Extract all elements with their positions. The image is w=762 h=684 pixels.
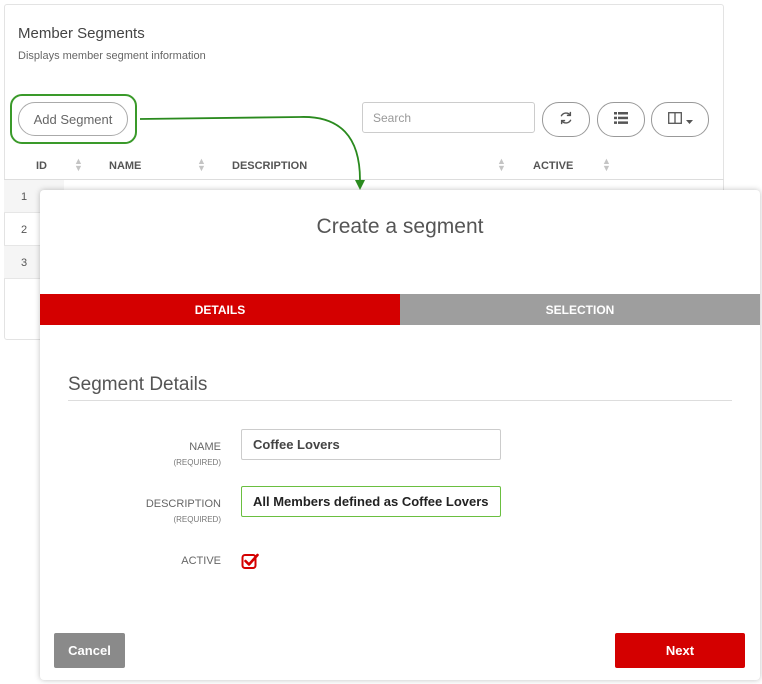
description-label: DESCRIPTION (REQUIRED) [51,497,221,527]
row-id: 1 [21,191,28,203]
name-field[interactable] [241,429,501,460]
sort-icon[interactable]: ▲ ▼ [74,157,83,173]
caret-down-icon [685,112,693,127]
name-label: NAME (REQUIRED) [51,440,221,470]
table-header: ID ▲ ▼ NAME ▲ ▼ DESCRIPTION ▲ ▼ ACTIVE ▲ ▼ [4,152,724,180]
page-subtitle: Displays member segment information [18,50,206,62]
sort-icon[interactable]: ▲ ▼ [197,157,206,173]
columns-dropdown-button[interactable] [651,102,709,137]
columns-icon [667,112,682,127]
description-label-text: DESCRIPTION [145,498,221,510]
name-label-text: NAME [189,441,221,453]
sort-icon[interactable]: ▲ ▼ [497,157,506,173]
wizard-steps: DETAILS SELECTION [40,294,760,325]
create-segment-modal: Create a segment DETAILS SELECTION Segme… [40,190,760,680]
active-checkbox[interactable] [241,552,259,570]
column-header-description[interactable]: DESCRIPTION [232,160,307,172]
required-hint: (REQUIRED) [173,458,221,467]
next-button[interactable]: Next [615,633,745,668]
add-segment-button[interactable]: Add Segment [18,102,128,136]
section-divider [68,400,732,401]
step-selection[interactable]: SELECTION [400,294,760,325]
refresh-button[interactable] [542,102,590,137]
step-details[interactable]: DETAILS [40,294,400,325]
sort-icon[interactable]: ▲ ▼ [602,157,611,173]
section-title: Segment Details [68,374,208,395]
active-label-text: ACTIVE [181,555,221,567]
list-view-button[interactable] [597,102,645,137]
column-header-name[interactable]: NAME [109,160,141,172]
list-icon [614,112,628,127]
active-label: ACTIVE [51,554,221,569]
row-id: 3 [21,257,28,269]
search-input[interactable] [362,102,535,133]
row-id: 2 [21,224,28,236]
cancel-button[interactable]: Cancel [54,633,125,668]
required-hint: (REQUIRED) [173,515,221,524]
column-header-id[interactable]: ID [36,160,47,172]
modal-title: Create a segment [316,215,484,238]
checkmark-icon [241,553,259,574]
description-field[interactable] [241,486,501,517]
column-header-active[interactable]: ACTIVE [533,160,573,172]
refresh-icon [559,111,573,128]
page-title: Member Segments [18,25,145,42]
